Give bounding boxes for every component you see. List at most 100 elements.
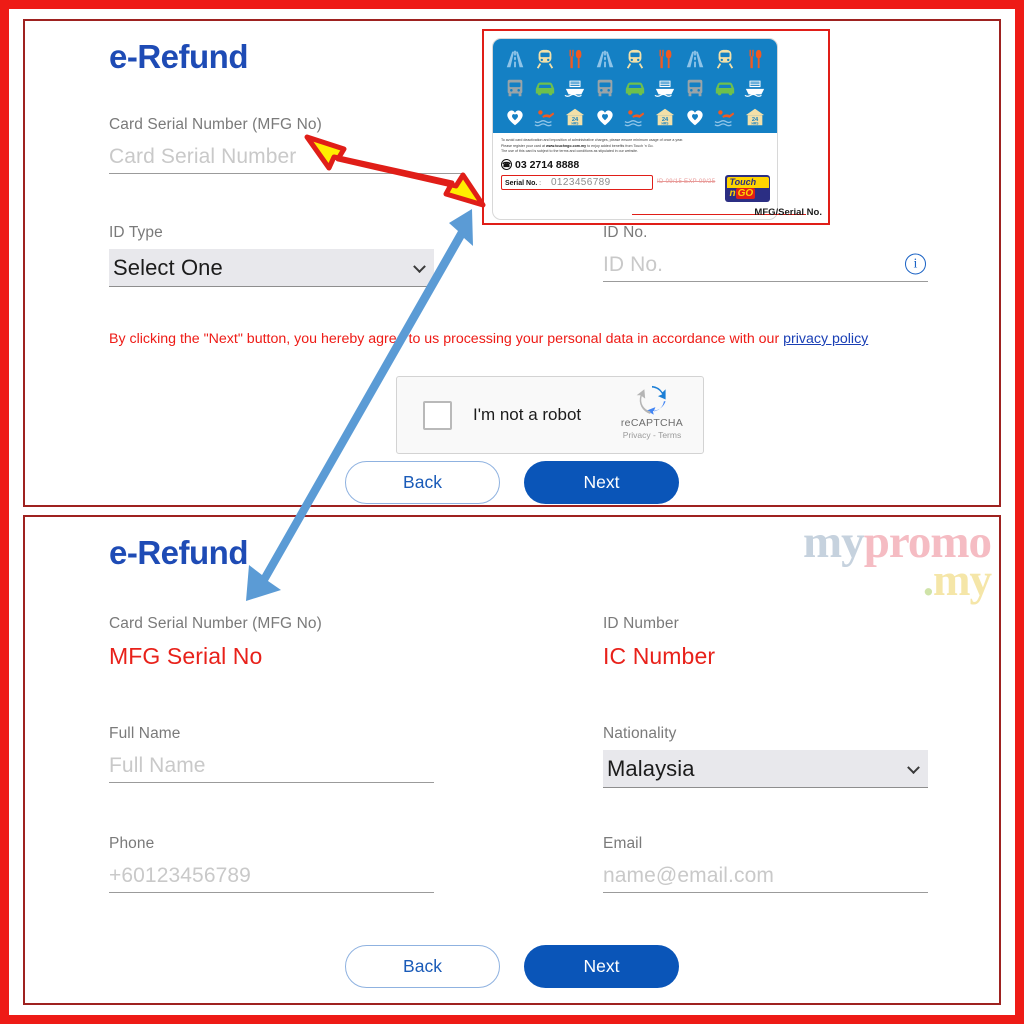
card-icon-grid: 24 HRS 24 HRS 24 HRS [500,45,770,131]
svg-text:HRS: HRS [572,121,580,125]
car-icon [535,82,555,96]
card-fineprint-line2-a: Please register your card at [501,143,546,148]
back-button-bottom[interactable]: Back [345,945,500,988]
id-number-input[interactable]: IC Number [603,640,933,673]
bus-icon [687,79,703,97]
chevron-down-icon [907,760,920,774]
id-number-label: ID Number [603,615,679,632]
card-illustration-region: 24 HRS 24 HRS 24 HRS To avoid card deactiva… [482,29,830,225]
recaptcha-widget[interactable]: I'm not a robot reCAPTCHA Privacy - Term… [396,376,704,454]
ferry-icon [564,80,585,97]
cutlery-icon [659,50,672,69]
nationality-field: Nationality Malaysia [603,725,928,788]
recaptcha-checkbox[interactable] [423,400,452,430]
info-icon[interactable]: i [905,253,926,275]
email-field: Email name@email.com [603,835,928,893]
email-input[interactable]: name@email.com [603,860,928,893]
tng-logo-go: GO [735,187,756,199]
card-fineprint-line2-c: to enjoy added benefits from Touch 'n Go… [586,143,654,148]
cutlery-icon [749,50,762,69]
tng-logo-line1: Touch [726,176,769,188]
phone-input[interactable]: +60123456789 [109,860,434,893]
chevron-down-icon [413,259,426,273]
step1-button-row: Back Next [25,461,999,504]
house-24hrs-icon: 24HRS [565,108,585,125]
ferry-icon [744,80,765,97]
phone-icon: ☎ [501,159,512,171]
swimmer-icon [624,109,645,127]
screenshot-root: e-Refund Card Serial Number (MFG No) Car… [0,0,1024,1024]
full-name-input[interactable]: Full Name [109,750,434,783]
watermark-my2: my [933,554,992,605]
page-title-top: e-Refund [109,38,249,75]
consent-text: By clicking the "Next" button, you hereb… [109,331,939,347]
card-phone-number: 03 2714 8888 [515,158,580,171]
train-icon [626,50,644,69]
recaptcha-brand: reCAPTCHA Privacy - Terms [613,384,691,440]
mfg-serial-callout: MFG/Serial No. [754,207,822,218]
house-24hrs-icon: 24HRS [655,108,675,125]
id-no-field: ID No. ID No. i [603,224,928,282]
next-button-bottom[interactable]: Next [524,945,679,988]
recaptcha-label: I'm not a robot [473,405,582,424]
watermark-my: my [803,516,865,568]
mypromo-watermark: mypromo .my [803,519,992,603]
car-icon [625,82,645,96]
id-type-label: ID Type [109,224,163,241]
highway-icon [506,51,524,68]
consent-sentence: By clicking the "Next" button, you hereb… [109,331,784,347]
id-type-value: Select One [113,254,223,280]
card-serial-label-bottom: Card Serial Number (MFG No) [109,615,322,632]
back-button-top[interactable]: Back [345,461,500,504]
card-website: www.touchngo.com.my [545,143,587,148]
car-icon [715,82,735,96]
swimmer-icon [714,109,735,127]
tng-logo-n: n [729,187,736,199]
card-serial-value: 0123456789 [550,176,611,188]
highway-icon [596,51,614,68]
full-name-label: Full Name [109,725,181,742]
recaptcha-brand-name: reCAPTCHA [620,417,684,429]
highway-icon [686,51,704,68]
nationality-value: Malaysia [607,755,695,781]
full-name-placeholder: Full Name [109,754,206,777]
ferry-icon [654,80,675,97]
page-title-bottom: e-Refund [109,534,249,571]
bus-icon [507,79,523,97]
recaptcha-logo-icon [613,384,691,417]
id-no-label: ID No. [603,224,648,241]
tng-logo-line2: n GO [727,187,769,200]
touch-n-go-card: 24 HRS 24 HRS 24 HRS To avoid card deactiva… [492,38,778,220]
card-phone-row: ☎ 03 2714 8888 [501,159,769,171]
email-placeholder: name@email.com [603,864,774,887]
swimmer-icon [534,109,555,127]
touch-n-go-logo: Touch n GO [725,175,770,202]
erefund-step1-panel: e-Refund Card Serial Number (MFG No) Car… [23,19,1001,507]
id-type-select[interactable]: Select One [109,249,434,287]
id-number-value: IC Number [603,643,716,669]
id-type-field: ID Type Select One [109,224,434,287]
email-label: Email [603,835,643,852]
card-serial-field-bottom: Card Serial Number (MFG No) MFG Serial N… [109,615,439,673]
train-icon [716,50,734,69]
house-24hrs-icon: 24HRS [745,108,765,125]
phone-field: Phone +60123456789 [109,835,434,893]
card-icon-band: 24 HRS 24 HRS 24 HRS [493,39,777,133]
svg-text:HRS: HRS [662,121,670,125]
card-serial-input-top[interactable]: Card Serial Number [109,141,464,174]
id-number-field: ID Number IC Number [603,615,933,673]
id-no-input[interactable]: ID No. i [603,249,928,282]
next-button-top[interactable]: Next [524,461,679,504]
card-text-band: To avoid card deactivation and impositio… [493,133,777,219]
erefund-step2-panel: e-Refund mypromo .my Card Serial Number … [23,515,1001,1005]
card-fineprint-line3: The use of this card is subject to the t… [501,149,639,154]
privacy-policy-link[interactable]: privacy policy [783,331,868,347]
nationality-select[interactable]: Malaysia [603,750,928,788]
phone-placeholder: +60123456789 [109,864,251,887]
card-serial-input-bottom[interactable]: MFG Serial No [109,640,439,673]
card-serial-label-top: Card Serial Number (MFG No) [109,116,322,133]
card-serial-placeholder-top: Card Serial Number [109,145,297,168]
cutlery-icon [569,50,582,69]
nationality-label: Nationality [603,725,677,742]
recaptcha-terms[interactable]: Privacy - Terms [613,430,691,440]
